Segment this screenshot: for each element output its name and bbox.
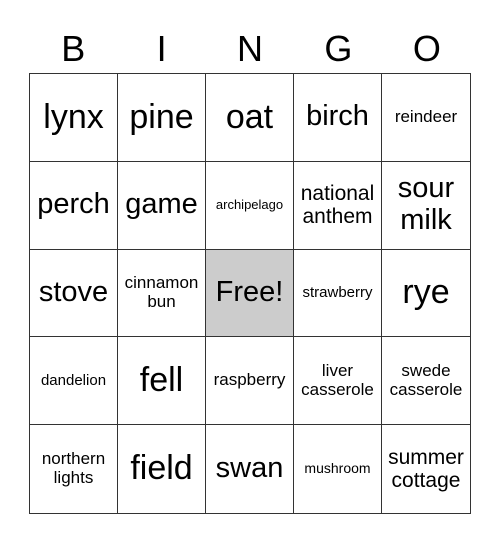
header-letter-g: G <box>324 28 353 69</box>
bingo-cell[interactable]: oat <box>206 74 294 162</box>
bingo-cell[interactable]: rye <box>382 250 470 338</box>
bingo-cell[interactable]: lynx <box>30 74 118 162</box>
bingo-cell[interactable]: liver casserole <box>294 337 382 426</box>
free-cell[interactable]: Free! <box>206 249 294 338</box>
bingo-cell[interactable]: stove <box>30 249 118 338</box>
bingo-cell[interactable]: sour milk <box>382 162 470 250</box>
bingo-cell[interactable]: game <box>118 161 206 250</box>
header-letter-o: O <box>412 28 441 69</box>
bingo-cell[interactable]: swede casserole <box>382 337 470 426</box>
header-letter-b: B <box>61 28 86 69</box>
bingo-cell[interactable]: perch <box>30 161 118 250</box>
bingo-header: B I N G O <box>29 26 471 72</box>
bingo-cell[interactable]: archipelago <box>206 161 294 250</box>
bingo-cell[interactable]: strawberry <box>294 249 382 338</box>
bingo-cell[interactable]: pine <box>118 74 206 162</box>
bingo-grid: lynx pine oat birch reindeer perch game … <box>29 73 471 514</box>
bingo-cell[interactable]: summer cottage <box>382 425 470 513</box>
bingo-cell[interactable]: dandelion <box>30 337 118 426</box>
bingo-cell[interactable]: cinnamon bun <box>118 249 206 338</box>
bingo-cell[interactable]: field <box>118 425 206 513</box>
bingo-cell[interactable]: swan <box>206 425 294 513</box>
bingo-cell[interactable]: northern lights <box>30 425 118 513</box>
bingo-cell[interactable]: birch <box>294 74 382 162</box>
header-letter-n: N <box>237 28 264 69</box>
bingo-cell[interactable]: national anthem <box>294 161 382 250</box>
bingo-cell[interactable]: raspberry <box>206 337 294 426</box>
header-letter-i: I <box>156 28 167 69</box>
bingo-cell[interactable]: mushroom <box>294 425 382 513</box>
bingo-cell[interactable]: fell <box>118 337 206 426</box>
bingo-cell[interactable]: reindeer <box>382 74 470 162</box>
